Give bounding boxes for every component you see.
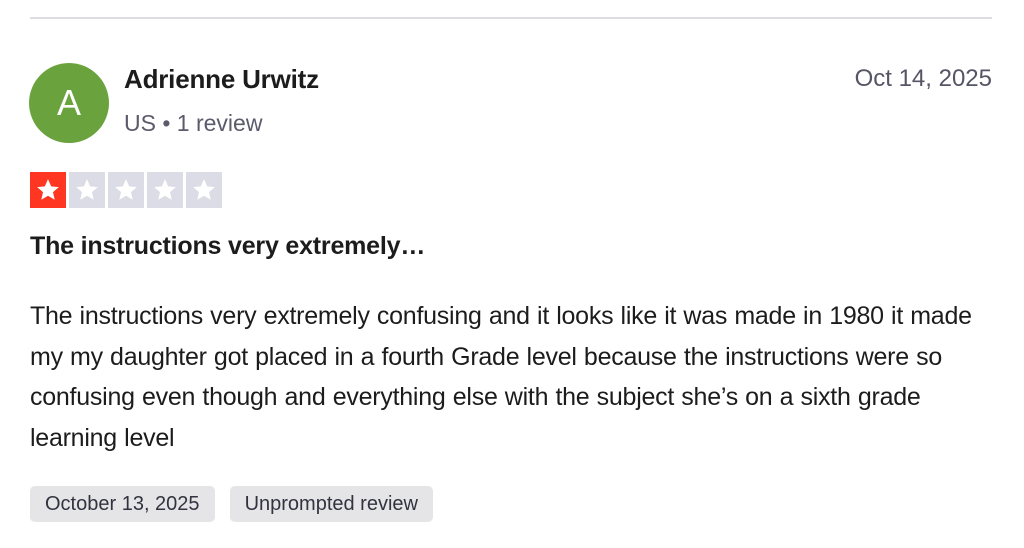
unprompted-review-tag[interactable]: Unprompted review xyxy=(229,486,433,522)
date-of-experience-tag: October 13, 2025 xyxy=(30,486,215,522)
review-body: The instructions very extremely confusin… xyxy=(30,302,972,453)
star-empty-icon xyxy=(186,172,222,208)
star-empty-icon xyxy=(108,172,144,208)
top-divider xyxy=(30,17,992,19)
review-date: Oct 14, 2025 xyxy=(854,65,992,92)
avatar[interactable]: A xyxy=(29,63,109,143)
review-headline[interactable]: The instructions very extremely… xyxy=(30,232,425,261)
star-filled-icon xyxy=(30,172,66,208)
reviewer-name[interactable]: Adrienne Urwitz xyxy=(124,64,319,95)
star-empty-icon xyxy=(69,172,105,208)
reviewer-meta: US • 1 review xyxy=(124,110,263,136)
star-empty-icon xyxy=(147,172,183,208)
avatar-initial: A xyxy=(56,82,81,123)
review-tags: October 13, 2025 Unprompted review xyxy=(30,486,433,522)
star-rating xyxy=(30,172,222,208)
